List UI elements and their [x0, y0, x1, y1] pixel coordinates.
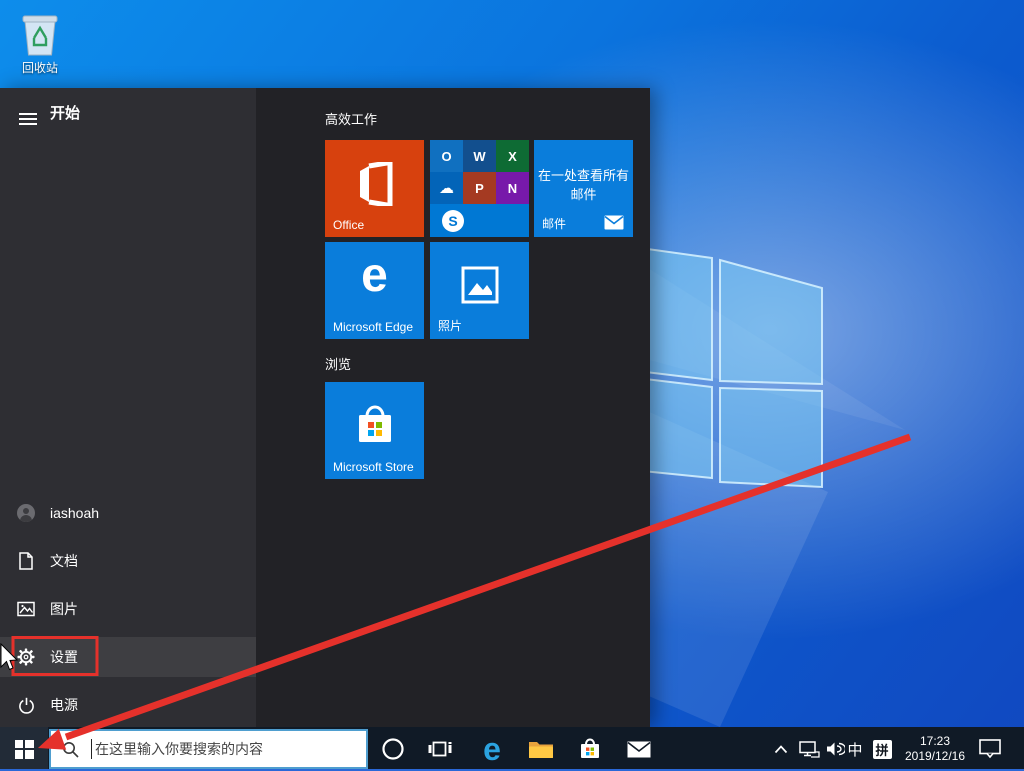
recycle-bin-icon: [17, 8, 63, 58]
skype-icon: S: [442, 210, 464, 232]
chevron-up-icon: [774, 745, 788, 754]
task-view-button[interactable]: [418, 727, 462, 771]
power-icon: [17, 696, 35, 714]
taskbar: 在这里输入你要搜索的内容 e: [0, 727, 1024, 771]
tile-office[interactable]: Office: [325, 140, 424, 237]
hamburger-menu-icon[interactable]: [15, 107, 41, 129]
sidebar-user-label: iashoah: [50, 505, 99, 521]
file-explorer-button[interactable]: [519, 727, 563, 771]
sidebar-documents-label: 文档: [50, 551, 78, 571]
sidebar-item-power[interactable]: 电源: [0, 685, 256, 725]
cortana-icon: [381, 737, 405, 761]
action-center-button[interactable]: [972, 727, 1008, 771]
taskbar-mail-button[interactable]: [617, 727, 661, 771]
section-title-explore: 浏览: [325, 354, 351, 373]
action-center-icon: [979, 739, 1001, 759]
search-icon: [62, 741, 79, 758]
search-placeholder: 在这里输入你要搜索的内容: [95, 739, 263, 759]
tile-microsoft-edge[interactable]: e Microsoft Edge: [325, 242, 424, 339]
onenote-icon: N: [496, 172, 529, 204]
sidebar-pictures-label: 图片: [50, 599, 78, 619]
start-menu-header: 开始: [0, 100, 256, 134]
sidebar-power-label: 电源: [50, 695, 78, 715]
taskbar-edge-button[interactable]: e: [470, 727, 514, 771]
excel-icon: X: [496, 140, 529, 172]
sidebar-item-documents[interactable]: 文档: [0, 541, 256, 581]
start-menu-left-panel: [0, 88, 256, 727]
start-menu: 开始 高效工作 浏览 Office O W X ☁ P N S: [0, 88, 650, 727]
windows-desktop: 回收站 开始 高效工作 浏览 Office O W X ☁ P: [0, 0, 1024, 771]
document-icon: [17, 552, 35, 570]
office-apps-grid: O W X ☁ P N S: [430, 140, 529, 237]
photos-icon: [461, 266, 499, 304]
skype-cell: S: [430, 204, 529, 237]
sidebar-settings-label: 设置: [50, 647, 78, 667]
sidebar-item-pictures[interactable]: 图片: [0, 589, 256, 629]
gear-icon: [17, 648, 35, 666]
file-explorer-icon: [528, 739, 554, 760]
powerpoint-icon: P: [463, 172, 496, 204]
speaker-icon: [826, 741, 845, 757]
mail-tile-headline: 在一处查看所有邮件: [538, 166, 629, 204]
tray-clock[interactable]: 17:23 2019/12/16: [898, 727, 972, 771]
clock-time: 17:23: [920, 734, 950, 749]
user-avatar: [17, 504, 35, 522]
store-icon: [353, 402, 397, 448]
clock-date: 2019/12/16: [905, 749, 965, 764]
outlook-icon: O: [430, 140, 463, 172]
recycle-bin-label: 回收站: [10, 59, 70, 76]
onedrive-icon: ☁: [430, 172, 463, 204]
tile-mail[interactable]: 在一处查看所有邮件 邮件: [534, 140, 633, 237]
mail-envelope-icon: [604, 215, 624, 230]
tile-edge-label: Microsoft Edge: [333, 320, 413, 334]
start-button[interactable]: [0, 727, 48, 771]
ime-pinyin-icon: 拼: [873, 740, 892, 759]
tile-photos-label: 照片: [438, 317, 462, 334]
tray-ime-mode[interactable]: 拼: [869, 727, 895, 771]
store-icon-taskbar: [578, 737, 602, 761]
tray-ime-language[interactable]: 中: [843, 727, 867, 771]
sidebar-item-settings[interactable]: 设置: [0, 637, 256, 677]
recycle-bin[interactable]: 回收站: [10, 8, 70, 76]
cortana-button[interactable]: [371, 727, 415, 771]
tray-network[interactable]: [795, 727, 823, 771]
taskbar-store-button[interactable]: [568, 727, 612, 771]
taskbar-search-input[interactable]: 在这里输入你要搜索的内容: [49, 729, 368, 769]
network-icon: [799, 741, 820, 758]
office-icon: [354, 162, 396, 206]
text-caret: [91, 739, 92, 759]
sidebar-item-user[interactable]: iashoah: [0, 493, 256, 533]
edge-tile-icon: e: [325, 250, 424, 302]
tile-mail-label: 邮件: [542, 215, 566, 232]
tile-office-apps[interactable]: O W X ☁ P N S: [430, 140, 529, 237]
edge-icon: e: [483, 733, 501, 765]
pictures-icon: [17, 600, 35, 618]
start-menu-title: 开始: [50, 102, 80, 123]
tile-store-label: Microsoft Store: [333, 460, 414, 474]
task-view-icon: [428, 739, 452, 759]
section-title-productivity: 高效工作: [325, 109, 377, 128]
word-icon: W: [463, 140, 496, 172]
tile-photos[interactable]: 照片: [430, 242, 529, 339]
windows-logo-icon: [15, 740, 34, 759]
tray-show-hidden-icons[interactable]: [768, 727, 794, 771]
tile-microsoft-store[interactable]: Microsoft Store: [325, 382, 424, 479]
tile-office-label: Office: [333, 218, 364, 232]
mail-icon: [627, 741, 651, 758]
